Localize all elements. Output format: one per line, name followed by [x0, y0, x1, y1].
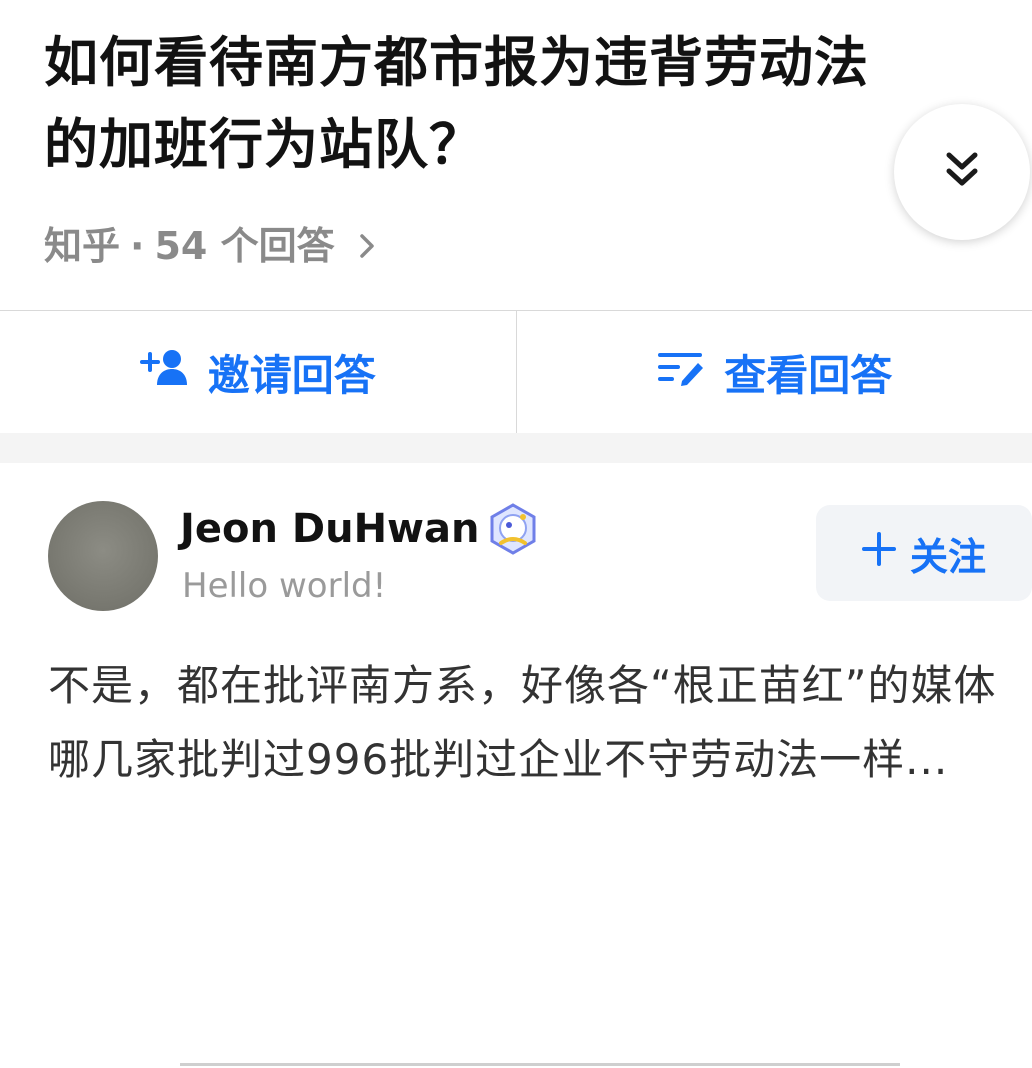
plus-icon	[861, 531, 896, 575]
creator-badge-icon	[487, 503, 539, 555]
answer-count: 54 个回答	[154, 224, 335, 268]
answer-card[interactable]: Jeon DuHwan Hello world! 关注 不是，都在批评南方系，好…	[0, 463, 1032, 1068]
chevron-right-icon	[359, 232, 375, 260]
invite-answer-button[interactable]: 邀请回答	[0, 311, 516, 433]
follow-button[interactable]: 关注	[816, 505, 1032, 601]
write-list-icon	[656, 347, 706, 397]
view-answers-button[interactable]: 查看回答	[517, 311, 1032, 433]
author-name-row[interactable]: Jeon DuHwan	[180, 503, 539, 555]
avatar[interactable]	[48, 501, 158, 611]
question-header: 如何看待南方都市报为违背劳动法的加班行为站队？ 知乎 · 54 个回答	[0, 0, 1032, 310]
section-separator	[0, 433, 1032, 463]
answer-excerpt[interactable]: 不是，都在批评南方系，好像各“根正苗红”的媒体哪几家批判过996批判过企业不守劳…	[48, 649, 1008, 797]
view-answers-label: 查看回答	[724, 350, 893, 400]
author-bio: Hello world!	[182, 566, 387, 606]
expand-button[interactable]	[894, 104, 1030, 240]
action-bar: 邀请回答 查看回答	[0, 310, 1032, 433]
invite-answer-label: 邀请回答	[207, 350, 376, 400]
question-title[interactable]: 如何看待南方都市报为违背劳动法的加班行为站队？	[44, 22, 894, 186]
home-indicator	[180, 1063, 900, 1066]
follow-label: 关注	[909, 534, 986, 579]
question-meta[interactable]: 知乎 · 54 个回答	[44, 216, 375, 276]
source-label: 知乎	[44, 224, 121, 268]
meta-separator: ·	[130, 224, 145, 268]
add-user-icon	[139, 347, 190, 397]
double-chevron-down-icon	[945, 151, 979, 193]
author-name: Jeon DuHwan	[180, 506, 480, 552]
